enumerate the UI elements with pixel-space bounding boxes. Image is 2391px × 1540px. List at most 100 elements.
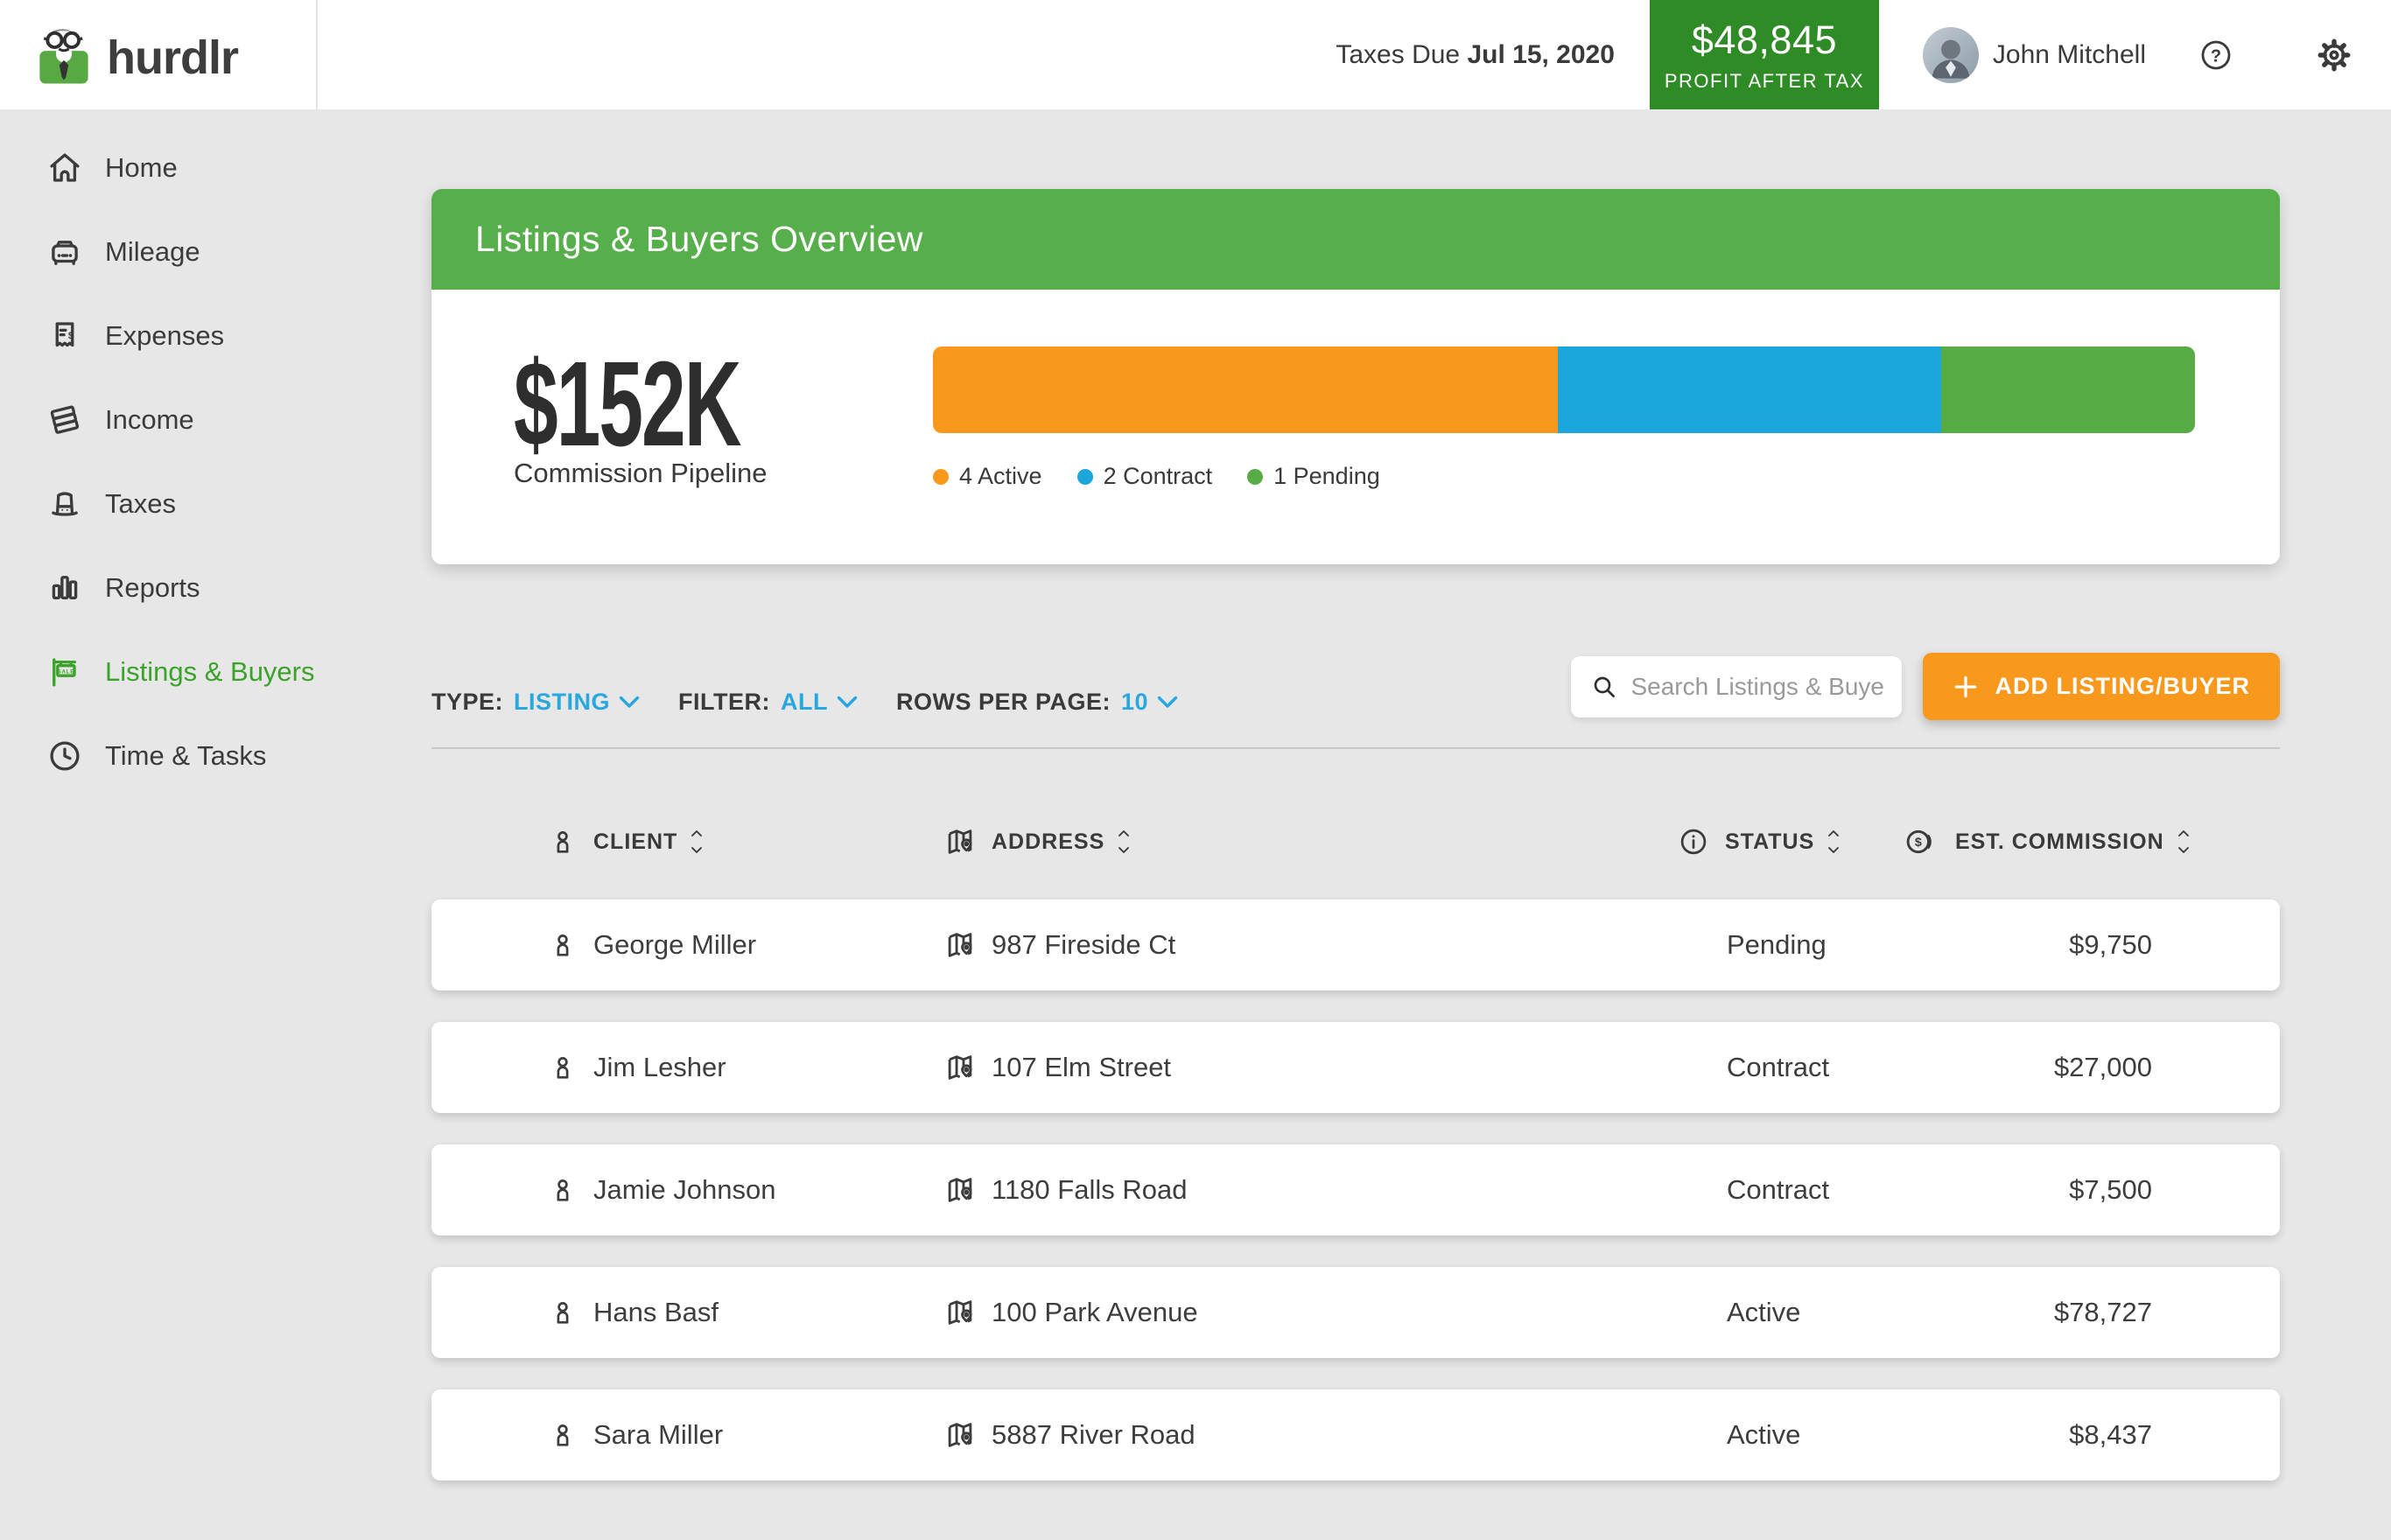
table-header: CLIENT ADDRESS STATUS	[431, 749, 2280, 900]
rows-per-page-dropdown[interactable]: ROWS PER PAGE: 10	[896, 689, 1178, 716]
table-row[interactable]: George Miller 987 Fireside Ct Pending $9…	[431, 900, 2280, 990]
pipeline-label: Commission Pipeline	[514, 458, 767, 489]
table-row[interactable]: Hans Basf 100 Park Avenue Active $78,727	[431, 1267, 2280, 1358]
sort-arrows-icon	[1117, 829, 1131, 855]
coins-icon: $	[1904, 825, 1938, 858]
search-input[interactable]	[1630, 673, 1884, 701]
home-icon	[46, 150, 84, 186]
est-commission-value: $7,500	[2069, 1174, 2152, 1206]
person-icon	[548, 1175, 578, 1205]
bar-chart-icon	[46, 570, 84, 606]
plus-icon	[1953, 674, 1979, 700]
help-icon[interactable]: ?	[2198, 38, 2233, 73]
search-box	[1571, 656, 1902, 718]
map-pin-icon	[943, 1173, 977, 1207]
legend-dot	[933, 469, 949, 485]
client-name: Sara Miller	[593, 1419, 723, 1451]
sidebar-item-home[interactable]: Home	[0, 126, 318, 210]
table-controls: TYPE: LISTING FILTER: ALL ROWS PER PAGE:…	[431, 653, 2280, 720]
main-content: Listings & Buyers Overview $152K Commiss…	[318, 109, 2391, 1540]
svg-text:$: $	[1915, 836, 1922, 850]
type-dropdown[interactable]: TYPE: LISTING	[431, 689, 640, 716]
status-label: Contract	[1727, 1174, 1829, 1206]
money-stack-icon	[46, 402, 84, 438]
app-logo[interactable]: hurdlr	[0, 0, 318, 109]
avatar[interactable]	[1923, 27, 1979, 83]
client-name: Hans Basf	[593, 1297, 719, 1328]
sidebar-item-mileage[interactable]: Mileage	[0, 210, 318, 294]
sort-by-status[interactable]: STATUS	[1725, 829, 1841, 855]
legend-label: 4 Active	[959, 463, 1042, 490]
sort-arrows-icon	[2177, 829, 2191, 855]
svg-text:SALE: SALE	[58, 668, 75, 675]
sidebar-item-expenses[interactable]: $ Expenses	[0, 294, 318, 378]
profit-label: PROFIT AFTER TAX	[1665, 70, 1864, 93]
legend-dot	[1247, 469, 1263, 485]
sidebar-item-taxes[interactable]: Taxes	[0, 462, 318, 546]
sort-by-client[interactable]: CLIENT	[593, 829, 704, 855]
property-address: 1180 Falls Road	[992, 1174, 1187, 1206]
person-icon	[548, 827, 578, 857]
add-listing-buyer-button[interactable]: ADD LISTING/BUYER	[1923, 653, 2280, 720]
gear-icon[interactable]	[2316, 37, 2352, 74]
table-row[interactable]: Jamie Johnson 1180 Falls Road Contract $…	[431, 1144, 2280, 1236]
est-commission-value: $27,000	[2054, 1052, 2152, 1083]
status-label: Active	[1727, 1297, 1800, 1328]
table-body: George Miller 987 Fireside Ct Pending $9…	[431, 900, 2280, 1480]
sort-by-commission[interactable]: EST. COMMISSION	[1955, 829, 2191, 855]
rows-per-page-label: ROWS PER PAGE:	[896, 689, 1111, 716]
map-pin-icon	[943, 928, 977, 962]
table-row[interactable]: Sara Miller 5887 River Road Active $8,43…	[431, 1390, 2280, 1480]
overview-card-body: $152K Commission Pipeline 4 Active	[431, 290, 2280, 564]
sort-arrows-icon	[690, 829, 704, 855]
svg-text:?: ?	[2211, 46, 2221, 66]
map-pin-icon	[943, 825, 977, 858]
sidebar-item-income[interactable]: Income	[0, 378, 318, 462]
sort-by-address[interactable]: ADDRESS	[992, 829, 1131, 855]
client-name: Jamie Johnson	[593, 1174, 776, 1206]
overview-title: Listings & Buyers Overview	[475, 219, 923, 260]
sidebar-item-time-tasks[interactable]: Time & Tasks	[0, 714, 318, 798]
receipt-icon: $	[46, 318, 84, 354]
topbar-actions: Taxes Due Jul 15, 2020 $48,845 PROFIT AF…	[1336, 0, 2391, 109]
legend-label: 1 Pending	[1273, 463, 1380, 490]
property-address: 100 Park Avenue	[992, 1297, 1198, 1328]
person-icon	[548, 1420, 578, 1450]
status-label: Pending	[1727, 929, 1827, 961]
filter-dropdown[interactable]: FILTER: ALL	[678, 689, 858, 716]
sidebar-item-label: Listings & Buyers	[105, 656, 315, 688]
sidebar-item-label: Home	[105, 152, 178, 184]
legend-item: 4 Active	[933, 463, 1042, 490]
profit-after-tax-badge[interactable]: $48,845 PROFIT AFTER TAX	[1650, 0, 1879, 109]
user-name[interactable]: John Mitchell	[1993, 40, 2146, 70]
map-pin-icon	[943, 1296, 977, 1329]
svg-text:$: $	[68, 331, 74, 341]
sale-sign-icon: SALE	[46, 654, 84, 690]
person-icon	[548, 1298, 578, 1327]
logo-wordmark: hurdlr	[107, 31, 238, 85]
property-address: 5887 River Road	[992, 1419, 1196, 1451]
sidebar-item-listings-buyers[interactable]: SALE Listings & Buyers	[0, 630, 318, 714]
info-icon	[1678, 826, 1709, 858]
top-hat-icon	[46, 486, 84, 522]
legend-dot	[1077, 469, 1093, 485]
pipeline-bar-segment	[1941, 346, 2195, 433]
table-row[interactable]: Jim Lesher 107 Elm Street Contract $27,0…	[431, 1022, 2280, 1113]
est-commission-value: $78,727	[2054, 1297, 2152, 1328]
sidebar-item-label: Time & Tasks	[105, 740, 266, 772]
sidebar-item-label: Reports	[105, 572, 200, 604]
pipeline-total: $152K	[514, 335, 740, 474]
est-commission-value: $8,437	[2069, 1419, 2152, 1451]
sidebar-item-reports[interactable]: Reports	[0, 546, 318, 630]
client-name: George Miller	[593, 929, 756, 961]
status-label: Contract	[1727, 1052, 1829, 1083]
pipeline-bar-segment	[933, 346, 1558, 433]
filter-label: FILTER:	[678, 689, 770, 716]
clock-icon	[46, 738, 84, 774]
legend-label: 2 Contract	[1104, 463, 1213, 490]
taxes-due-text: Taxes Due Jul 15, 2020	[1336, 40, 1615, 70]
map-pin-icon	[943, 1418, 977, 1452]
car-icon	[46, 234, 84, 270]
top-bar: hurdlr Taxes Due Jul 15, 2020 $48,845 PR…	[0, 0, 2391, 109]
hurdlr-mascot-icon	[30, 21, 98, 89]
